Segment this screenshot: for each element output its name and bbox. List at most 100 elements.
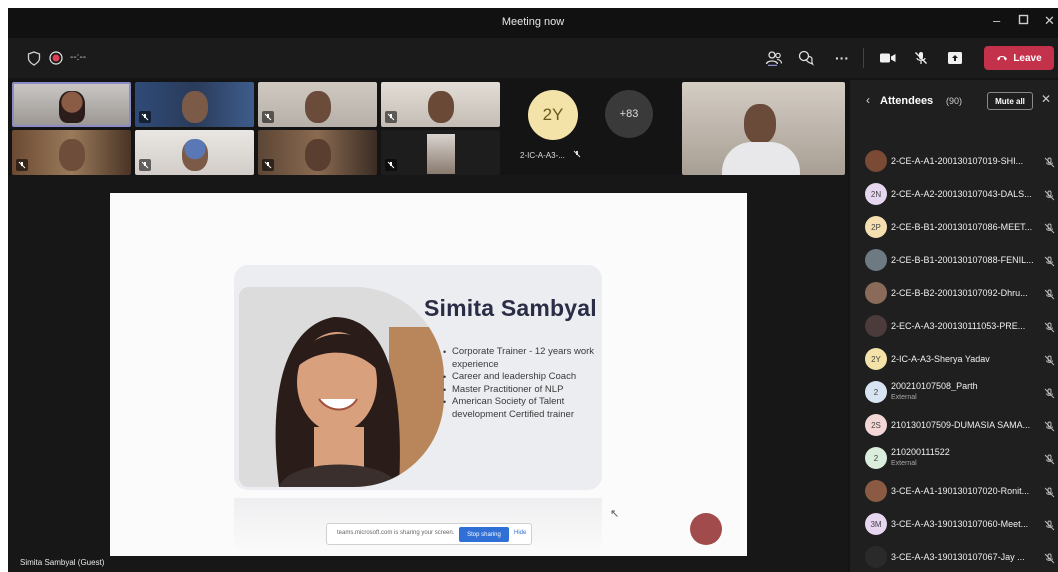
attendee-row[interactable]: 2P 2-CE-B-B1-200130107086-MEET...	[850, 210, 1058, 243]
attendee-row[interactable]: 2 210200111522 External	[850, 441, 1058, 474]
attendee-row[interactable]: 2S 210130107509-DUMASIA SAMA...	[850, 408, 1058, 441]
attendee-row[interactable]: 3-CE-A-A3-190130107067-Jay ...	[850, 540, 1058, 572]
participant-video-tile[interactable]	[12, 130, 131, 175]
close-panel-icon[interactable]: ✕	[1041, 92, 1051, 106]
mute-all-button[interactable]: Mute all	[987, 92, 1033, 110]
attendee-avatar	[865, 480, 887, 502]
back-chevron-icon[interactable]: ‹	[866, 93, 870, 107]
teams-meeting-window: Meeting now – ✕ --:-- ··· Leave 2Y 2-IC-…	[8, 8, 1058, 572]
presentation-slide: Simita Sambyal Corporate Trainer - 12 ye…	[110, 193, 747, 556]
attendee-avatar: 3M	[865, 513, 887, 535]
participant-face	[744, 104, 776, 144]
participant-video-tile[interactable]	[381, 130, 500, 175]
stop-sharing-button[interactable]: Stop sharing	[459, 527, 509, 542]
mic-muted-icon	[385, 159, 397, 171]
mic-muted-icon[interactable]	[1044, 419, 1056, 432]
attendee-name: 2-CE-B-B1-200130107088-FENIL...	[891, 255, 1034, 265]
mic-muted-icon[interactable]	[1044, 254, 1056, 267]
mic-muted-icon[interactable]	[1044, 452, 1056, 465]
attendee-name: 2-CE-B-B2-200130107092-Dhru...	[891, 288, 1028, 298]
minimize-icon[interactable]: –	[993, 13, 1000, 28]
close-icon[interactable]: ✕	[1044, 13, 1055, 29]
mic-muted-icon	[139, 159, 151, 171]
phone-hangup-icon	[997, 56, 1008, 61]
mic-muted-icon[interactable]	[1044, 287, 1056, 300]
attendee-avatar	[865, 249, 887, 271]
participant-video-tile[interactable]	[682, 82, 845, 175]
mic-muted-icon[interactable]	[1044, 353, 1056, 366]
attendee-name: 2-IC-A-A3-Sherya Yadav	[891, 354, 990, 364]
participant-avatar[interactable]: 2Y	[528, 90, 578, 140]
attendee-row[interactable]: 2-CE-A-A1-200130107019-SHI...	[850, 144, 1058, 177]
attendee-avatar	[865, 282, 887, 304]
participant-shirt	[722, 142, 800, 175]
participant-video-tile[interactable]	[381, 82, 500, 127]
mouse-cursor-icon: ↖	[610, 508, 620, 520]
speaker-card: Simita Sambyal Corporate Trainer - 12 ye…	[234, 265, 602, 490]
mic-muted-icon[interactable]	[1044, 155, 1056, 168]
mic-muted-icon[interactable]	[911, 48, 931, 68]
participant-face	[58, 90, 85, 123]
maximize-icon[interactable]	[1018, 13, 1029, 28]
attendee-row[interactable]: 2N 2-CE-A-A2-200130107043-DALS...	[850, 177, 1058, 210]
people-icon[interactable]	[764, 48, 784, 68]
camera-icon[interactable]	[878, 48, 898, 68]
attendee-avatar: 2	[865, 447, 887, 469]
attendee-name: 2-EC-A-A3-200130111053-PRE...	[891, 321, 1026, 331]
attendee-avatar	[865, 150, 887, 172]
mic-muted-icon	[262, 159, 274, 171]
attendee-name: 2-CE-A-A1-200130107019-SHI...	[891, 156, 1024, 166]
attendee-avatar	[865, 546, 887, 568]
attendee-name: 3-CE-A-A3-190130107060-Meet...	[891, 519, 1029, 529]
attendee-avatar	[865, 315, 887, 337]
attendee-row[interactable]: 2 200210107508_Parth External	[850, 375, 1058, 408]
mic-muted-icon[interactable]	[1044, 221, 1056, 234]
attendee-external-label: External	[891, 460, 917, 467]
mic-muted-icon[interactable]	[1044, 188, 1056, 201]
hide-button[interactable]: Hide	[514, 530, 526, 536]
attendee-row[interactable]: 2Y 2-IC-A-A3-Sherya Yadav	[850, 342, 1058, 375]
participant-video-tile[interactable]	[12, 82, 131, 127]
attendee-avatar: 2S	[865, 414, 887, 436]
mic-muted-icon[interactable]	[1044, 518, 1056, 531]
leave-button[interactable]: Leave	[984, 46, 1054, 70]
attendee-name: 3-CE-A-A1-190130107020-Ronit...	[891, 486, 1030, 496]
overflow-participants-button[interactable]: +83	[605, 90, 653, 138]
attendee-name: 2-CE-B-B1-200130107086-MEET...	[891, 222, 1033, 232]
participant-face	[304, 90, 331, 123]
participant-video-tile[interactable]	[258, 82, 377, 127]
toolbar-divider	[863, 48, 864, 68]
leave-label: Leave	[1013, 52, 1042, 64]
share-screen-icon[interactable]	[945, 48, 965, 68]
bio-item: Master Practitioner of NLP	[443, 384, 603, 397]
participant-face	[181, 138, 208, 171]
mic-muted-icon	[385, 111, 397, 123]
participant-video-tile[interactable]	[258, 130, 377, 175]
attendee-row[interactable]: 3-CE-A-A1-190130107020-Ronit...	[850, 474, 1058, 507]
bio-item: Corporate Trainer - 12 years work experi…	[443, 346, 603, 371]
chat-icon[interactable]	[796, 48, 816, 68]
participant-video-tile[interactable]	[135, 130, 254, 175]
mic-muted-icon	[262, 111, 274, 123]
attendee-row[interactable]: 2-EC-A-A3-200130111053-PRE...	[850, 309, 1058, 342]
participant-face	[304, 138, 331, 171]
participant-video-tile[interactable]	[135, 82, 254, 127]
participant-face	[427, 90, 454, 123]
attendee-avatar: 2	[865, 381, 887, 403]
mic-muted-icon[interactable]	[1044, 485, 1056, 498]
attendee-row[interactable]: 2-CE-B-B1-200130107088-FENIL...	[850, 243, 1058, 276]
mic-muted-icon[interactable]	[1044, 551, 1056, 564]
participant-face	[181, 90, 208, 123]
mic-muted-icon[interactable]	[1044, 386, 1056, 399]
speaker-portrait	[239, 287, 444, 487]
attendee-row[interactable]: 3M 3-CE-A-A3-190130107060-Meet...	[850, 507, 1058, 540]
mic-muted-icon	[139, 111, 151, 123]
more-options-icon[interactable]: ···	[832, 48, 852, 68]
attendees-panel: ‹ Attendees (90) Mute all ✕ 2-CE-A-A1-20…	[850, 80, 1058, 572]
participant-face	[427, 134, 455, 174]
title-bar: Meeting now – ✕	[8, 8, 1058, 38]
meeting-toolbar: --:-- ··· Leave	[8, 38, 1058, 78]
attendee-row[interactable]: 2-CE-B-B2-200130107092-Dhru...	[850, 276, 1058, 309]
bio-item: American Society of Talent development C…	[443, 396, 603, 421]
mic-muted-icon[interactable]	[1044, 320, 1056, 333]
